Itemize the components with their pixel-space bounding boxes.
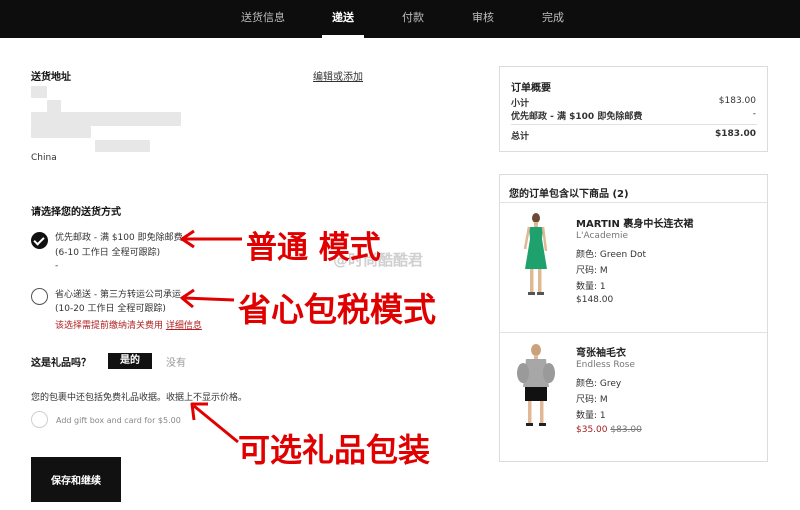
item-2-color: 颜色: Grey <box>576 379 622 389</box>
gift-box-label[interactable]: Add gift box and card for $5.00 <box>56 416 181 425</box>
order-items-title: 您的订单包含以下商品 (2) <box>509 189 629 200</box>
checkout-steps: 送货信息 递送 付款 审核 完成 <box>0 0 800 38</box>
items-title-divider <box>500 202 767 203</box>
edit-address-link[interactable]: 编辑或添加 <box>313 68 363 83</box>
annotation-arrow-icon <box>180 229 242 249</box>
item-1-color: 颜色: Green Dot <box>576 250 646 260</box>
shipping-label: 优先邮政 - 满 $100 即免除邮费 <box>511 112 643 122</box>
item-1-size: 尺码: M <box>576 266 608 276</box>
delivery-method-title: 请选择您的送货方式 <box>31 207 121 218</box>
step-delivery[interactable]: 递送 <box>322 0 364 38</box>
item-1-price: $148.00 <box>576 295 614 305</box>
shipping-address-title: 送货地址 <box>31 72 71 83</box>
subtotal-value: $183.00 <box>718 96 756 106</box>
gift-question: 这是礼品吗？ <box>31 358 91 369</box>
total-label: 总计 <box>511 132 530 142</box>
annotation-arrow-icon <box>180 288 235 309</box>
shipping-value: - <box>752 109 756 119</box>
address-country: China <box>31 153 57 163</box>
delivery-option-priority-time: (6-10 工作日 全程可跟踪) <box>55 248 161 258</box>
save-continue-button[interactable]: 保存和继续 <box>31 457 121 502</box>
delivery-option-carefree-time: (10-20 工作日 全程可跟踪) <box>55 304 166 314</box>
delivery-option-priority-label[interactable]: 优先邮政 - 满 $100 即免除邮费 <box>55 230 183 243</box>
order-items-box: 您的订单包含以下商品 (2) MARTIN 裹身中长连衣裙 L'Academie… <box>499 174 768 462</box>
items-divider <box>500 332 767 333</box>
summary-divider <box>511 124 757 125</box>
customs-details-link[interactable]: 详细信息 <box>166 321 202 331</box>
delivery-option-priority-extra: - <box>55 261 59 271</box>
dress-product-image[interactable] <box>516 211 556 297</box>
subtotal-label: 小计 <box>511 99 530 109</box>
gift-yes-button[interactable]: 是的 <box>108 353 152 369</box>
gift-no-button[interactable]: 没有 <box>166 354 186 369</box>
delivery-option-carefree-label[interactable]: 省心递送 - 第三方转运公司承运 <box>55 287 181 300</box>
delivery-option-carefree-radio[interactable] <box>31 288 48 305</box>
step-complete[interactable]: 完成 <box>542 0 564 38</box>
step-payment[interactable]: 付款 <box>402 0 424 38</box>
annotation-gift-wrap: 可选礼品包装 <box>238 431 431 469</box>
order-summary-title: 订单概要 <box>511 83 551 94</box>
total-value: $183.00 <box>715 129 756 139</box>
item-1-name[interactable]: MARTIN 裹身中长连衣裙 <box>576 215 693 230</box>
item-2-brand: Endless Rose <box>576 360 635 370</box>
item-2-price: $35.00 $83.00 <box>576 425 642 435</box>
annotation-arrow-icon <box>190 402 239 444</box>
order-summary-box: 订单概要 小计 $183.00 优先邮政 - 满 $100 即免除邮费 - 总计… <box>499 66 768 152</box>
gift-box-checkbox[interactable] <box>31 411 48 428</box>
item-2-name[interactable]: 弯张袖毛衣 <box>576 344 626 359</box>
item-2-qty: 数量: 1 <box>576 411 606 421</box>
annotation-carefree-mode: 省心包税模式 <box>238 290 436 329</box>
step-review[interactable]: 审核 <box>472 0 494 38</box>
sweater-product-image[interactable] <box>514 343 558 429</box>
annotation-normal-mode: 普通 模式 <box>246 230 381 266</box>
item-2-size: 尺码: M <box>576 395 608 405</box>
item-2-sale-price: $35.00 <box>576 425 608 435</box>
delivery-option-priority-radio[interactable] <box>31 232 48 249</box>
customs-fee-note: 该选择需提前缴纳清关费用 详细信息 <box>55 318 202 331</box>
step-shipping-info[interactable]: 送货信息 <box>241 0 285 38</box>
item-1-qty: 数量: 1 <box>576 282 606 292</box>
item-2-original-price: $83.00 <box>610 425 642 435</box>
item-1-brand: L'Academie <box>576 231 629 241</box>
customs-fee-note-text: 该选择需提前缴纳清关费用 <box>55 321 164 331</box>
